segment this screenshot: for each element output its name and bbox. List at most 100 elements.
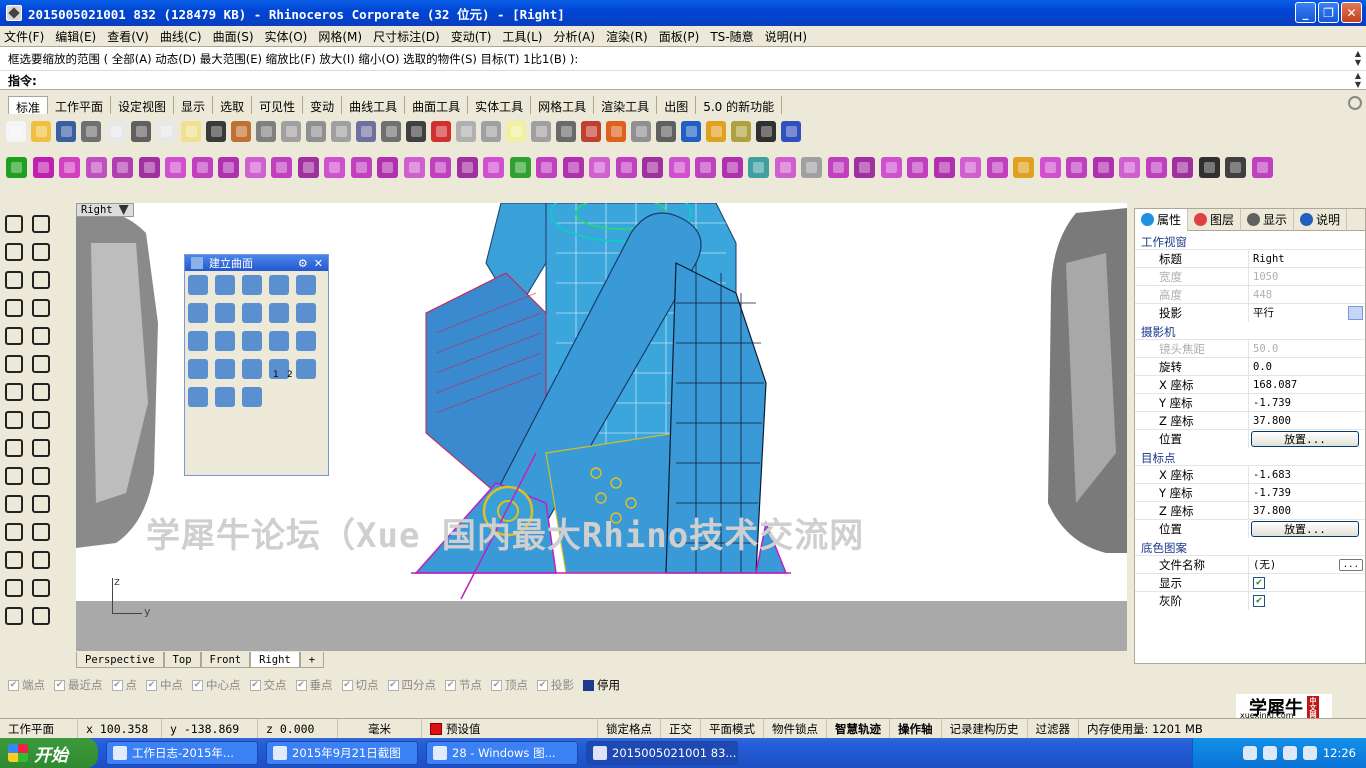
osnap-checkbox[interactable]: ✔ <box>295 679 307 691</box>
surface-tool-icon[interactable] <box>907 156 928 178</box>
osnap-checkbox[interactable]: ✔ <box>341 679 353 691</box>
standard-tool-icon[interactable] <box>731 120 751 142</box>
toolbar-tab-5[interactable]: 可见性 <box>252 96 304 114</box>
left-tool-icon[interactable] <box>2 296 23 317</box>
surface-tool-icon[interactable] <box>1172 156 1193 178</box>
menu-file[interactable]: 文件(F) <box>4 28 44 45</box>
palette-surface-tool-icon[interactable] <box>215 387 235 407</box>
osnap-checkbox[interactable]: ✔ <box>387 679 399 691</box>
palette-surface-tool-icon[interactable] <box>215 359 235 379</box>
left-tool-icon[interactable] <box>29 604 50 625</box>
property-value[interactable]: 0.0 <box>1249 358 1365 376</box>
standard-tool-icon[interactable] <box>531 120 551 142</box>
standard-tool-icon[interactable] <box>306 120 326 142</box>
menu-solid[interactable]: 实体(O) <box>265 28 308 45</box>
viewport-title-menu[interactable]: Right <box>76 203 134 217</box>
surface-tool-icon[interactable] <box>324 156 345 178</box>
surface-tool-icon[interactable] <box>774 156 796 178</box>
property-value[interactable]: 168.087 <box>1249 376 1365 394</box>
surface-tool-icon[interactable] <box>827 156 849 178</box>
osnap-checkbox[interactable] <box>583 679 594 691</box>
standard-tool-icon[interactable] <box>206 120 226 142</box>
surface-tool-icon[interactable] <box>218 156 239 178</box>
bg-gray-checkbox[interactable]: ✔ <box>1253 594 1265 607</box>
osnap-item[interactable]: ✔ 切点 <box>341 677 379 693</box>
palette-surface-tool-icon[interactable] <box>269 331 289 351</box>
surface-tool-icon[interactable] <box>1251 156 1273 178</box>
standard-tool-icon[interactable] <box>356 120 376 142</box>
left-tool-icon[interactable] <box>2 352 23 373</box>
palette-gear-icon[interactable]: ⚙ <box>298 257 308 270</box>
toolbar-tab-3[interactable]: 显示 <box>174 96 214 114</box>
surface-tool-icon[interactable] <box>403 156 425 178</box>
toolbar-tab-0[interactable]: 标准 <box>8 96 49 115</box>
osnap-checkbox[interactable]: ✔ <box>491 679 502 691</box>
left-tool-icon[interactable] <box>2 240 23 261</box>
left-tool-icon[interactable] <box>29 576 50 597</box>
standard-tool-icon[interactable] <box>181 120 201 142</box>
osnap-item[interactable]: ✔ 四分点 <box>387 677 436 693</box>
status-layer[interactable]: 预设值 <box>422 718 598 739</box>
osnap-item[interactable]: ✔ 中心点 <box>192 677 241 693</box>
palette-surface-tool-icon[interactable] <box>215 275 235 295</box>
surface-tool-icon[interactable] <box>1198 156 1220 178</box>
standard-tool-icon[interactable] <box>706 120 726 142</box>
osnap-item[interactable]: ✔ 垂点 <box>295 677 333 693</box>
palette-surface-tool-icon[interactable] <box>242 359 262 379</box>
menu-help[interactable]: 说明(H) <box>765 28 807 45</box>
standard-tool-icon[interactable] <box>556 120 576 142</box>
bg-show-checkbox[interactable]: ✔ <box>1253 576 1265 589</box>
viewport-tab-4[interactable]: + <box>299 652 325 668</box>
surface-tool-icon[interactable] <box>165 156 186 178</box>
palette-surface-tool-icon[interactable] <box>269 303 289 323</box>
menu-ts[interactable]: TS-随意 <box>710 28 753 45</box>
surface-tool-icon[interactable] <box>1119 156 1140 178</box>
surface-tool-icon[interactable] <box>244 156 266 178</box>
toolbar-tab-4[interactable]: 选取 <box>213 96 253 114</box>
palette-surface-tool-icon[interactable] <box>242 275 262 295</box>
projection-dropdown-chevron-icon[interactable] <box>1348 305 1363 320</box>
osnap-checkbox[interactable]: ✔ <box>537 679 548 691</box>
standard-tool-icon[interactable] <box>481 120 501 142</box>
osnap-checkbox[interactable]: ✔ <box>249 679 261 691</box>
surface-tool-icon[interactable] <box>1092 156 1114 178</box>
left-tool-icon[interactable] <box>2 408 23 429</box>
menu-view[interactable]: 查看(V) <box>107 28 149 45</box>
surface-tool-icon[interactable] <box>85 156 107 178</box>
toolbar-tab-10[interactable]: 网格工具 <box>531 96 595 114</box>
viewport-tab-1[interactable]: Top <box>163 652 201 668</box>
left-tool-icon[interactable] <box>29 380 50 401</box>
panel-tab-0[interactable]: 属性 <box>1135 208 1189 231</box>
standard-tool-icon[interactable] <box>581 120 601 142</box>
menu-dimension[interactable]: 尺寸标注(D) <box>373 28 440 45</box>
left-tool-icon[interactable] <box>2 464 23 485</box>
target-place-button[interactable]: 放置... <box>1251 520 1359 537</box>
standard-tool-icon[interactable] <box>81 120 101 142</box>
standard-tool-icon[interactable] <box>656 120 676 142</box>
standard-tool-icon[interactable] <box>406 120 426 142</box>
palette-surface-tool-icon[interactable] <box>296 275 316 295</box>
surface-tool-icon[interactable] <box>59 156 80 178</box>
surface-tool-icon[interactable] <box>721 156 743 178</box>
menu-panels[interactable]: 面板(P) <box>659 28 700 45</box>
left-tool-icon[interactable] <box>2 520 23 541</box>
bg-filename-browse-button[interactable]: ... <box>1338 558 1363 571</box>
osnap-item[interactable]: ✔ 最近点 <box>54 677 103 693</box>
panel-tab-1[interactable]: 图层 <box>1188 208 1242 231</box>
rhino-app-icon[interactable] <box>6 5 22 21</box>
standard-tool-icon[interactable] <box>131 120 151 142</box>
surface-tool-icon[interactable] <box>801 156 822 178</box>
standard-tool-icon[interactable] <box>256 120 276 142</box>
palette-surface-tool-icon[interactable] <box>215 331 235 351</box>
osnap-item[interactable]: ✔ 中点 <box>146 677 183 693</box>
property-value[interactable]: -1.683 <box>1249 466 1365 484</box>
left-tool-icon[interactable] <box>29 268 50 289</box>
standard-tool-icon[interactable] <box>31 120 51 142</box>
left-tool-icon[interactable] <box>29 436 50 457</box>
viewport-tab-2[interactable]: Front <box>200 652 251 668</box>
surface-tool-icon[interactable] <box>642 156 663 178</box>
surface-tool-icon[interactable] <box>430 156 451 178</box>
property-value[interactable]: -1.739 <box>1249 484 1365 502</box>
surface-tool-icon[interactable] <box>880 156 902 178</box>
surface-tool-icon[interactable] <box>1225 156 1246 178</box>
